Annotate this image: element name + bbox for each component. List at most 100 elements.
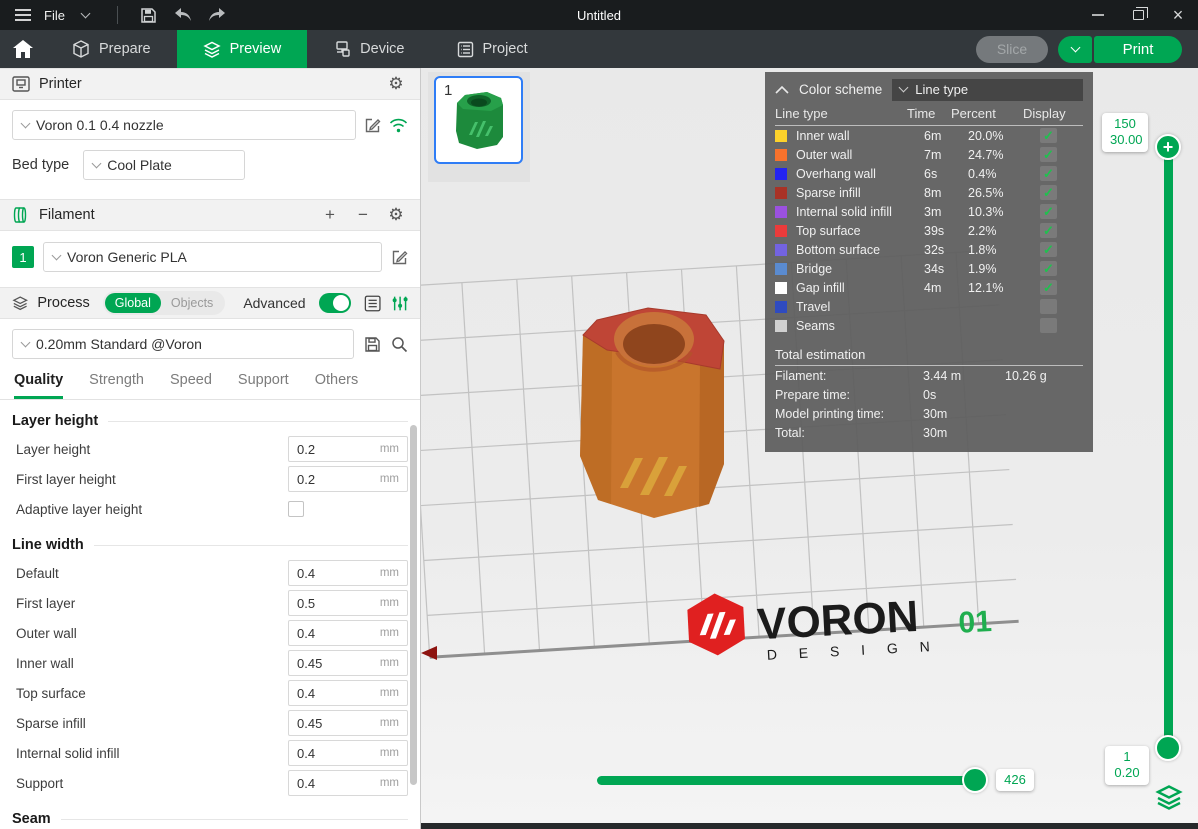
minimize-button[interactable] (1078, 0, 1118, 30)
project-icon (457, 41, 474, 58)
setting-input[interactable]: mm (288, 436, 408, 462)
setting-input[interactable]: mm (288, 650, 408, 676)
search-preset-icon[interactable] (391, 336, 408, 353)
layer-slider-track[interactable] (1164, 147, 1173, 748)
setting-value-field[interactable] (297, 746, 376, 761)
settings-scrollbar[interactable] (410, 425, 417, 785)
process-preset-select[interactable]: 0.20mm Standard @Voron (12, 329, 354, 359)
setting-input[interactable]: mm (288, 740, 408, 766)
setting-label: Adaptive layer height (16, 502, 288, 517)
color-scheme-select[interactable]: Line type (892, 79, 1083, 101)
setting-value-field[interactable] (297, 776, 376, 791)
setting-value-field[interactable] (297, 566, 376, 581)
line-type-display-checkbox[interactable]: ✓ (1040, 223, 1057, 238)
setting-input[interactable]: mm (288, 590, 408, 616)
setting-checkbox[interactable] (288, 501, 304, 517)
setting-value-field[interactable] (297, 596, 376, 611)
collapse-icon[interactable] (775, 85, 789, 94)
setting-unit: mm (380, 627, 399, 639)
tab-project[interactable]: Project (431, 30, 554, 68)
setting-value-field[interactable] (297, 442, 376, 457)
filament-settings-gear-icon[interactable]: ⚙ (384, 203, 408, 227)
filament-slot-badge[interactable]: 1 (12, 246, 34, 268)
layer-slider-top-handle[interactable]: + (1155, 134, 1181, 160)
close-button[interactable]: × (1158, 0, 1198, 30)
print-button[interactable]: Print (1094, 36, 1182, 63)
filament-section-title: Filament (39, 207, 95, 223)
setting-value-field[interactable] (297, 686, 376, 701)
line-type-label: Outer wall (796, 148, 924, 162)
redo-icon[interactable] (204, 4, 230, 26)
process-tab-strength[interactable]: Strength (89, 372, 144, 399)
remove-filament-button[interactable]: − (351, 203, 375, 227)
scope-objects-button[interactable]: Objects (161, 293, 223, 313)
print-options-button[interactable] (1058, 36, 1092, 63)
edit-filament-icon[interactable] (391, 249, 408, 266)
scope-global-button[interactable]: Global (105, 293, 161, 313)
setting-label: Default (16, 566, 288, 581)
edit-printer-icon[interactable] (364, 117, 381, 134)
setting-input[interactable]: mm (288, 770, 408, 796)
setting-input[interactable]: mm (288, 466, 408, 492)
line-type-display-checkbox[interactable]: ✓ (1040, 242, 1057, 257)
line-type-display-checkbox[interactable]: ✓ (1040, 318, 1057, 333)
filament-select[interactable]: Voron Generic PLA (43, 242, 382, 272)
layer-view-button[interactable] (1155, 784, 1183, 810)
tab-preview[interactable]: Preview (177, 30, 308, 68)
line-type-display-checkbox[interactable]: ✓ (1040, 280, 1057, 295)
save-preset-icon[interactable] (364, 336, 381, 353)
file-menu-chevron-icon[interactable] (73, 4, 99, 26)
hamburger-menu-icon[interactable] (10, 4, 36, 26)
setting-value-field[interactable] (297, 656, 376, 671)
line-type-display-checkbox[interactable]: ✓ (1040, 261, 1057, 276)
bed-type-select[interactable]: Cool Plate (83, 150, 245, 180)
line-type-display-checkbox[interactable]: ✓ (1040, 166, 1057, 181)
line-type-label: Travel (796, 300, 924, 314)
setting-input[interactable]: mm (288, 680, 408, 706)
home-button[interactable] (0, 30, 46, 68)
setting-input[interactable]: mm (288, 620, 408, 646)
svg-text:01: 01 (958, 605, 993, 640)
setting-value-field[interactable] (297, 716, 376, 731)
process-tab-support[interactable]: Support (238, 372, 289, 399)
save-icon[interactable] (136, 4, 162, 26)
tune-parameters-icon[interactable] (391, 294, 408, 313)
preview-viewport[interactable]: VORON D E S I G N 01 (421, 68, 1198, 829)
step-slider-track[interactable] (597, 776, 986, 785)
setting-value-field[interactable] (297, 626, 376, 641)
tab-device[interactable]: Device (307, 30, 430, 68)
layer-slider-bottom-handle[interactable] (1155, 735, 1181, 761)
file-menu-label[interactable]: File (44, 8, 65, 23)
setting-input[interactable]: mm (288, 710, 408, 736)
setting-value-field[interactable] (297, 472, 376, 487)
bed-type-label: Bed type (12, 157, 69, 173)
printer-settings-gear-icon[interactable]: ⚙ (384, 72, 408, 96)
advanced-toggle[interactable] (319, 293, 352, 313)
line-type-display-checkbox[interactable]: ✓ (1040, 204, 1057, 219)
line-type-display-checkbox[interactable]: ✓ (1040, 128, 1057, 143)
line-type-display-checkbox[interactable]: ✓ (1040, 185, 1057, 200)
plate-thumbnail[interactable]: 1 (434, 76, 523, 164)
setting-input[interactable]: mm (288, 560, 408, 586)
tab-prepare-label: Prepare (99, 41, 151, 57)
process-tab-speed[interactable]: Speed (170, 372, 212, 399)
wifi-icon[interactable] (389, 118, 408, 133)
tab-prepare[interactable]: Prepare (46, 30, 177, 68)
model-voron-cube[interactable] (580, 308, 724, 518)
add-filament-button[interactable]: + (318, 203, 342, 227)
slice-button[interactable]: Slice (976, 36, 1048, 63)
process-tab-quality[interactable]: Quality (14, 372, 63, 399)
line-type-percent: 20.0% (968, 129, 1040, 143)
line-type-display-checkbox[interactable]: ✓ (1040, 299, 1057, 314)
line-type-color-chip (775, 244, 787, 256)
process-tab-others[interactable]: Others (315, 372, 359, 399)
setting-label: Top surface (16, 686, 288, 701)
step-slider-handle[interactable] (962, 767, 988, 793)
color-scheme-value: Line type (915, 82, 968, 97)
line-type-display-checkbox[interactable]: ✓ (1040, 147, 1057, 162)
printer-section-header: Printer ⚙ (0, 68, 420, 100)
printer-select[interactable]: Voron 0.1 0.4 nozzle (12, 110, 356, 140)
parameter-list-icon[interactable] (364, 294, 381, 313)
restore-button[interactable] (1118, 0, 1158, 30)
undo-icon[interactable] (170, 4, 196, 26)
